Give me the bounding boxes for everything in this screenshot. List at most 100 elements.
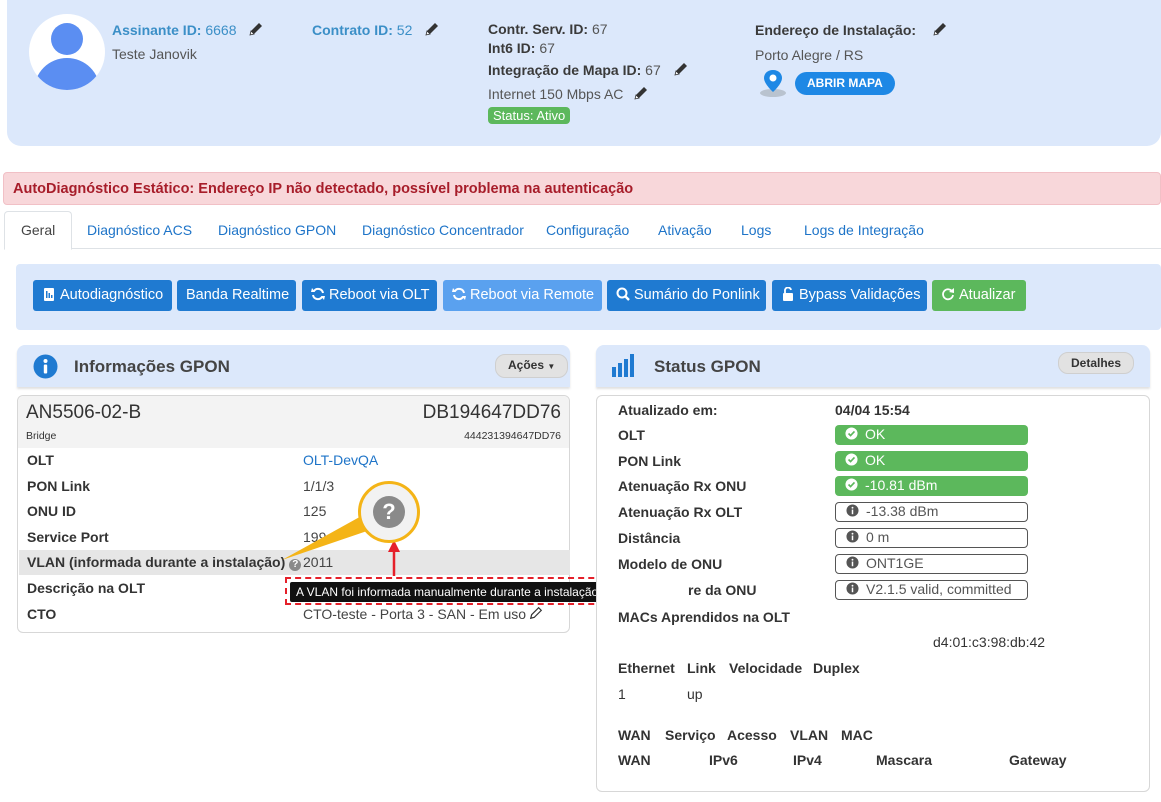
tab-diagnostico-gpon[interactable]: Diagnóstico GPON bbox=[218, 211, 336, 249]
search-icon bbox=[616, 287, 630, 301]
unlock-icon bbox=[783, 287, 793, 301]
tab-diagnostico-concentrador[interactable]: Diagnóstico Concentrador bbox=[362, 211, 524, 249]
help-icon: ? bbox=[373, 496, 405, 528]
status-value: OK bbox=[865, 452, 886, 468]
tab-ativacao[interactable]: Ativação bbox=[658, 211, 712, 249]
autodiagnostico-button[interactable]: Autodiagnóstico bbox=[33, 280, 172, 311]
wan-header-servico: Serviço bbox=[665, 727, 716, 743]
reboot-olt-button[interactable]: Reboot via OLT bbox=[302, 280, 437, 311]
wan2-header-mascara: Mascara bbox=[876, 752, 933, 768]
integracao-label: Integração de Mapa ID: bbox=[488, 62, 642, 78]
contr-serv-value: 67 bbox=[591, 21, 608, 37]
olt-link[interactable]: OLT-DevQA bbox=[303, 452, 378, 468]
refresh-icon bbox=[311, 287, 325, 301]
edit-pencil-icon[interactable] bbox=[932, 21, 948, 37]
zoom-highlight: ? bbox=[358, 481, 420, 543]
atualizar-label: Atualizar bbox=[959, 287, 1016, 303]
banda-realtime-button[interactable]: Banda Realtime bbox=[177, 280, 296, 311]
tab-diagnostico-acs[interactable]: Diagnóstico ACS bbox=[87, 211, 192, 249]
tab-bar: Geral Diagnóstico ACS Diagnóstico GPON D… bbox=[4, 211, 1161, 250]
reboot-remote-label: Reboot via Remote bbox=[470, 287, 595, 303]
tab-logs-integracao[interactable]: Logs de Integração bbox=[804, 211, 924, 249]
contr-serv-id: Contr. Serv. ID: 67 bbox=[488, 21, 608, 37]
atualizado-value: 04/04 15:54 bbox=[835, 402, 910, 418]
eth-header-duplex: Duplex bbox=[813, 660, 860, 676]
wan-header-mac: MAC bbox=[841, 727, 873, 743]
status-value: -13.38 dBm bbox=[866, 503, 939, 519]
onu-summary: AN5506-02-B Bridge DB194647DD76 44423139… bbox=[18, 396, 569, 448]
eth-header-ethernet: Ethernet bbox=[618, 660, 675, 676]
status-value: V2.1.5 valid, committed bbox=[866, 581, 1012, 597]
eth-header-link: Link bbox=[687, 660, 716, 676]
onu-modelo: AN5506-02-B bbox=[26, 402, 142, 423]
autodiagnostico-label: Autodiagnóstico bbox=[60, 287, 164, 303]
status-key: Atenuação Rx OLT bbox=[618, 504, 743, 520]
sumario-ponlink-button[interactable]: Sumário do Ponlink bbox=[607, 280, 766, 311]
action-toolbar: Autodiagnóstico Banda Realtime Reboot vi… bbox=[16, 264, 1161, 330]
info-circle-icon bbox=[846, 582, 859, 595]
vlan-label: VLAN (informada durante a instalação) bbox=[27, 554, 286, 570]
info-key: VLAN (informada durante a instalação)? bbox=[27, 554, 302, 571]
cidade: Porto Alegre / RS bbox=[755, 47, 864, 63]
info-icon bbox=[33, 354, 58, 379]
avatar bbox=[29, 14, 105, 90]
assinante-value: 6668 bbox=[205, 22, 237, 38]
tab-configuracao[interactable]: Configuração bbox=[546, 211, 629, 249]
mac-address: d4:01:c3:98:db:42 bbox=[933, 634, 1046, 650]
tab-geral[interactable]: Geral bbox=[4, 211, 73, 250]
edit-pencil-icon[interactable] bbox=[529, 606, 543, 620]
refresh-icon bbox=[942, 288, 954, 301]
info-circle-icon bbox=[846, 530, 859, 543]
edit-pencil-icon[interactable] bbox=[248, 21, 264, 37]
info-row-olt: OLT OLT-DevQA bbox=[19, 448, 570, 473]
edit-pencil-icon[interactable] bbox=[424, 21, 440, 37]
info-gpon-header: Informações GPON Ações ▼ bbox=[17, 345, 570, 387]
bypass-validacoes-button[interactable]: Bypass Validações bbox=[772, 280, 927, 311]
status-key: OLT bbox=[618, 427, 645, 443]
info-circle-icon bbox=[846, 556, 859, 569]
sumario-ponlink-label: Sumário do Ponlink bbox=[634, 287, 760, 303]
status-row-distancia: Distância 0 m bbox=[618, 528, 1038, 550]
cliente-nome: Teste Janovik bbox=[112, 46, 197, 62]
status-value: -10.81 dBm bbox=[865, 477, 938, 493]
eth-port: 1 bbox=[618, 686, 626, 702]
integracao-value: 67 bbox=[645, 62, 661, 78]
caret-down-icon: ▼ bbox=[547, 362, 556, 371]
macs-label: MACs Aprendidos na OLT bbox=[618, 609, 790, 625]
edit-pencil-icon[interactable] bbox=[673, 61, 689, 77]
info-key: Descrição na OLT bbox=[27, 580, 146, 596]
status-info-pill: 0 m bbox=[835, 528, 1028, 548]
status-info-pill: ONT1GE bbox=[835, 554, 1028, 574]
onu-serial-hex: 444231394647DD76 bbox=[464, 430, 561, 442]
wan2-header-ipv6: IPv6 bbox=[709, 752, 738, 768]
atualizar-button[interactable]: Atualizar bbox=[932, 280, 1026, 311]
acoes-dropdown[interactable]: Ações ▼ bbox=[495, 354, 569, 378]
status-row-atenuacao-olt: Atenuação Rx OLT -13.38 dBm bbox=[618, 502, 1038, 524]
status-value: 0 m bbox=[866, 529, 890, 545]
edit-pencil-icon[interactable] bbox=[633, 85, 649, 101]
atualizado-label: Atualizado em: bbox=[618, 402, 718, 418]
status-value: ONT1GE bbox=[866, 555, 924, 571]
check-circle-icon bbox=[845, 478, 858, 491]
detalhes-button[interactable]: Detalhes bbox=[1058, 352, 1135, 374]
info-value: CTO-teste - Porta 3 - SAN - Em uso bbox=[303, 606, 527, 622]
status-key: Modelo de ONU bbox=[618, 556, 723, 572]
reboot-remote-button[interactable]: Reboot via Remote bbox=[443, 280, 602, 311]
status-row-firmware: re da ONU V2.1.5 valid, committed bbox=[618, 580, 1038, 602]
status-ok-pill: -10.81 dBm bbox=[835, 476, 1028, 496]
wan2-header-gateway: Gateway bbox=[1009, 752, 1067, 768]
tab-logs[interactable]: Logs bbox=[741, 211, 771, 249]
contr-serv-label: Contr. Serv. ID: bbox=[488, 21, 589, 37]
status-badge: Status: Ativo bbox=[488, 107, 571, 124]
status-key: re da ONU bbox=[688, 582, 757, 598]
status-key: Distância bbox=[618, 530, 681, 546]
signal-bars-icon bbox=[612, 354, 634, 377]
abrir-mapa-button[interactable]: ABRIR MAPA bbox=[795, 72, 895, 95]
endereco-label: Endereço de Instalação: bbox=[755, 22, 917, 38]
bypass-validacoes-label: Bypass Validações bbox=[799, 287, 921, 303]
contrato-id: Contrato ID: 52 bbox=[312, 21, 440, 38]
info-key: PON Link bbox=[27, 478, 91, 494]
info-key: CTO bbox=[27, 606, 57, 622]
int6-id: Int6 ID: 67 bbox=[488, 40, 555, 56]
check-circle-icon bbox=[845, 427, 858, 440]
